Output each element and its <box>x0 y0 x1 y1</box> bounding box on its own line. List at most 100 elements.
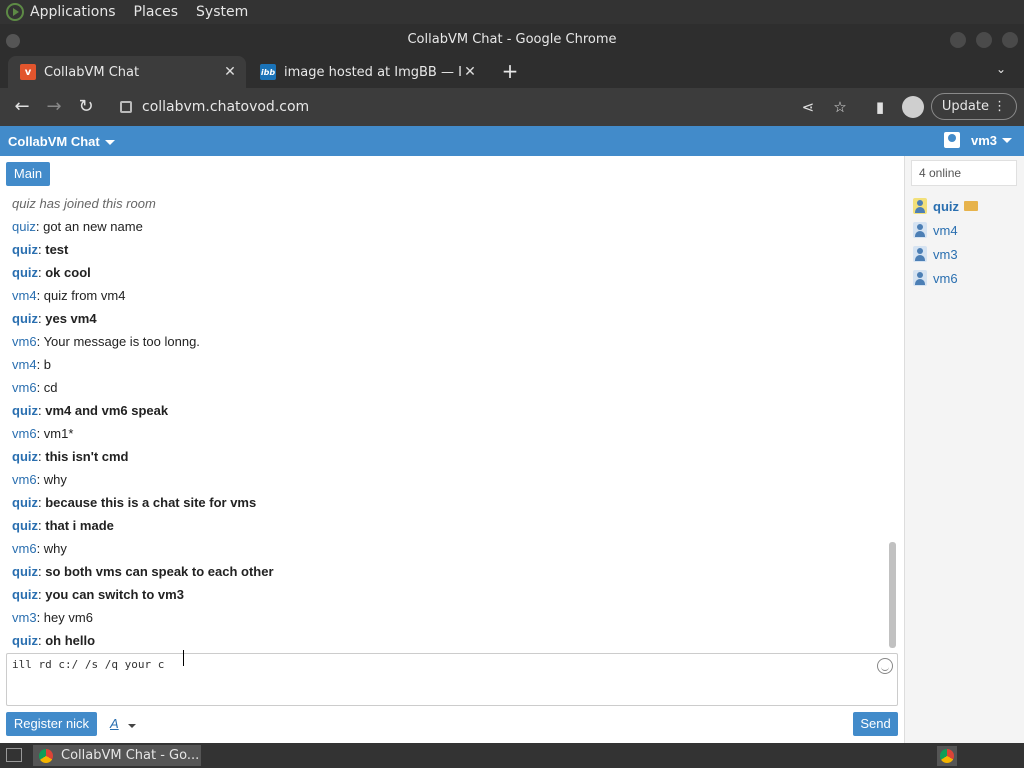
taskbar-window-button[interactable]: CollabVM Chat - Go... <box>33 745 201 766</box>
tab-imgbb[interactable]: ibb image hosted at ImgBB — Img ✕ <box>248 56 486 88</box>
message-text: why <box>43 541 67 556</box>
show-desktop-icon[interactable] <box>6 748 22 762</box>
chat-message: quiz: so both vms can speak to each othe… <box>12 564 274 579</box>
message-text: test <box>45 242 69 257</box>
tab-collabvm-chat[interactable]: v CollabVM Chat ✕ <box>8 56 246 88</box>
message-nick[interactable]: vm6 <box>12 541 37 556</box>
messages-scrollbar[interactable] <box>889 542 896 648</box>
user-name[interactable]: quiz <box>933 199 959 214</box>
chat-message: quiz: this isn't cmd <box>12 449 129 464</box>
share-icon[interactable]: ⋖ <box>798 97 818 117</box>
message-nick[interactable]: vm4 <box>12 357 37 372</box>
message-nick[interactable]: quiz <box>12 242 38 257</box>
close-tab-icon[interactable]: ✕ <box>462 64 478 80</box>
brand-label: CollabVM Chat <box>8 134 100 149</box>
message-text: because this is a chat site for vms <box>45 495 257 510</box>
tab-search-chevron-icon[interactable]: ⌄ <box>992 62 1010 80</box>
caret-down-icon[interactable] <box>128 724 136 728</box>
applications-menu[interactable]: Applications <box>30 4 116 20</box>
chat-message: vm6: cd <box>12 380 58 395</box>
places-menu[interactable]: Places <box>134 4 179 20</box>
forward-icon[interactable]: → <box>43 96 65 118</box>
message-text: cd <box>43 380 58 395</box>
user-name[interactable]: vm4 <box>933 223 958 238</box>
message-text: you can switch to vm3 <box>45 587 184 602</box>
message-nick[interactable]: vm6 <box>12 380 37 395</box>
message-nick[interactable]: quiz <box>12 403 38 418</box>
message-nick[interactable]: quiz <box>12 449 38 464</box>
nick-separator: : <box>35 219 44 234</box>
bookmark-star-icon[interactable]: ☆ <box>830 97 850 117</box>
chat-message: quiz: got an new name <box>12 219 143 234</box>
maximize-button[interactable] <box>976 32 992 48</box>
minimize-button[interactable] <box>950 32 966 48</box>
tab-main-room[interactable]: Main <box>6 162 50 186</box>
new-tab-icon[interactable]: + <box>500 60 520 82</box>
chrome-icon <box>940 749 954 763</box>
browser-toolbar: ← → ↻ collabvm.chatovod.com ⋖ ☆ ▮ <box>0 88 1024 126</box>
close-window-button[interactable] <box>1002 32 1018 48</box>
user-icon <box>913 270 927 286</box>
message-nick[interactable]: quiz <box>12 564 38 579</box>
chat-message: quiz: vm4 and vm6 speak <box>12 403 168 418</box>
message-nick[interactable]: quiz <box>12 219 36 234</box>
update-button[interactable]: Update ⋮ <box>931 93 1017 120</box>
side-panel-icon[interactable]: ▮ <box>870 97 890 117</box>
message-list: quiz has joined this room quiz: got an ne… <box>0 190 890 650</box>
register-nick-button[interactable]: Register nick <box>6 712 97 736</box>
close-tab-icon[interactable]: ✕ <box>222 64 238 80</box>
tray-chrome-icon[interactable] <box>937 746 957 766</box>
message-input-value[interactable]: ill rd c:/ /s /q your c <box>12 658 164 671</box>
gnome-top-panel: Applications Places System <box>0 0 1024 24</box>
smiley-icon[interactable] <box>877 658 893 674</box>
message-nick[interactable]: vm6 <box>12 472 37 487</box>
nick-separator: : <box>36 288 44 303</box>
chat-message: quiz: oh hello <box>12 633 95 648</box>
caret-down-icon <box>104 140 115 146</box>
back-icon[interactable]: ← <box>11 96 33 118</box>
message-nick[interactable]: quiz <box>12 495 38 510</box>
message-nick[interactable]: vm6 <box>12 334 37 349</box>
send-button[interactable]: Send <box>853 712 898 736</box>
message-text: hey vm6 <box>43 610 93 625</box>
profile-avatar-icon[interactable] <box>902 96 924 118</box>
chat-message: vm6: vm1* <box>12 426 73 441</box>
user-list-item[interactable]: quiz <box>911 196 978 216</box>
distro-logo-icon[interactable] <box>6 3 24 21</box>
message-text: b <box>43 357 52 372</box>
tab-strip: v CollabVM Chat ✕ ibb image hosted at Im… <box>0 56 1024 88</box>
message-nick[interactable]: quiz <box>12 587 38 602</box>
crown-icon <box>964 201 978 211</box>
message-nick[interactable]: vm6 <box>12 426 37 441</box>
url-text[interactable]: collabvm.chatovod.com <box>142 99 309 115</box>
message-nick[interactable]: quiz <box>12 311 38 326</box>
reload-icon[interactable]: ↻ <box>75 96 97 118</box>
user-list-item[interactable]: vm6 <box>911 268 958 288</box>
user-menu[interactable]: vm3 <box>944 132 1013 148</box>
message-input[interactable]: ill rd c:/ /s /q your c <box>6 653 898 706</box>
user-name[interactable]: vm3 <box>933 247 958 262</box>
user-icon <box>913 198 927 214</box>
chat-message: quiz has joined this room <box>12 196 156 211</box>
message-nick[interactable]: vm3 <box>12 610 37 625</box>
task-label: CollabVM Chat - Go... <box>61 748 200 763</box>
user-name[interactable]: vm6 <box>933 271 958 286</box>
font-style-button[interactable]: A <box>110 716 119 731</box>
message-nick[interactable]: quiz <box>12 518 38 533</box>
system-menu[interactable]: System <box>196 4 248 20</box>
lock-icon[interactable] <box>120 101 132 113</box>
user-list-item[interactable]: vm4 <box>911 220 958 240</box>
username-label: vm3 <box>971 132 998 148</box>
online-count: 4 online <box>911 160 1017 186</box>
brand-menu[interactable]: CollabVM Chat <box>8 134 115 149</box>
chat-message: quiz: ok cool <box>12 265 91 280</box>
message-nick[interactable]: quiz <box>12 633 38 648</box>
user-list-item[interactable]: vm3 <box>911 244 958 264</box>
message-nick[interactable]: vm4 <box>12 288 37 303</box>
message-nick[interactable]: quiz <box>12 265 38 280</box>
nick-separator: : <box>36 472 44 487</box>
chat-message: vm3: hey vm6 <box>12 610 93 625</box>
message-text: vm4 and vm6 speak <box>45 403 169 418</box>
address-bar[interactable]: collabvm.chatovod.com <box>112 94 912 120</box>
chat-page: CollabVM Chat vm3 Main quiz has joined t… <box>0 126 1024 743</box>
